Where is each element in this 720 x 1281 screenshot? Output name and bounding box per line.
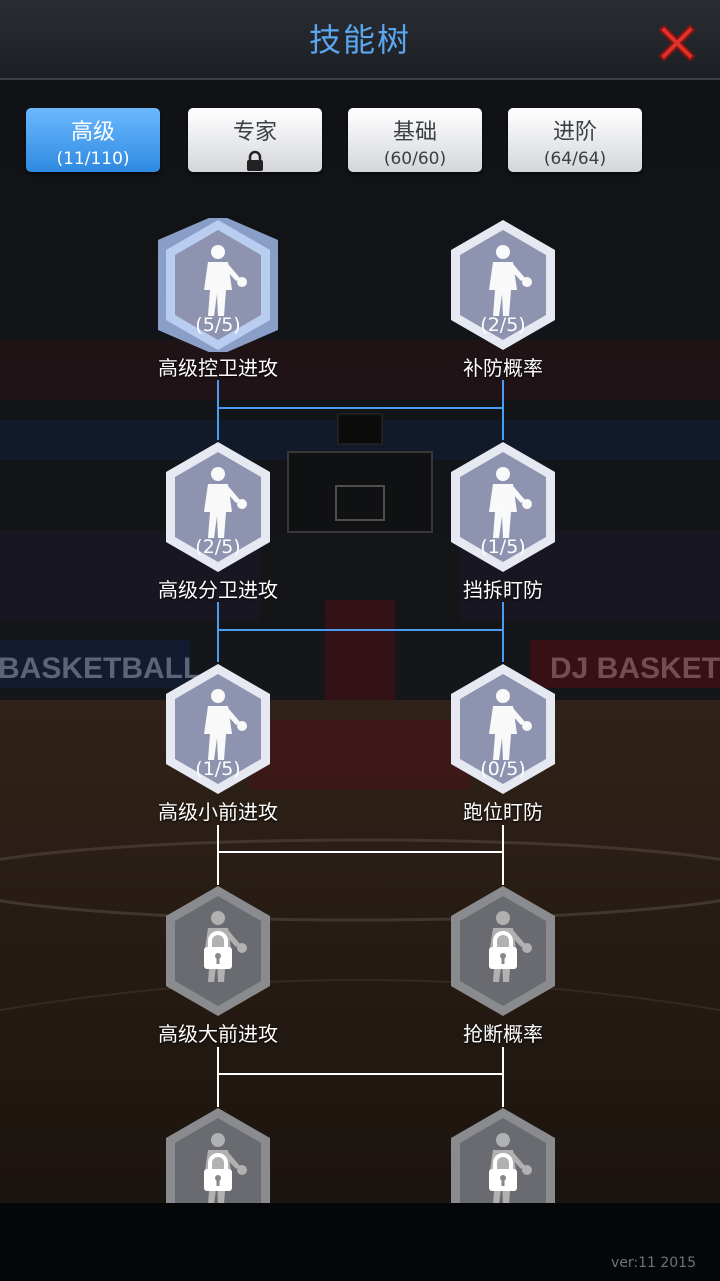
lock-icon	[247, 150, 263, 171]
skill-node-sf-offense[interactable]: (1/5) 高级小前进攻	[158, 662, 278, 824]
skill-level: (2/5)	[480, 314, 526, 336]
tab-expert[interactable]: 专家	[188, 108, 322, 172]
skill-node-pick-defense[interactable]: (1/5) 挡拆盯防	[443, 440, 563, 602]
skill-label: 高级分卫进攻	[158, 578, 278, 602]
tab-advanced-label: 高级	[70, 120, 115, 145]
skill-node-help-defense[interactable]: (2/5) 补防概率	[443, 218, 563, 380]
skill-label: 高级控卫进攻	[158, 356, 278, 380]
skill-level: (2/5)	[195, 536, 241, 558]
tab-basic-count: (60/60)	[383, 149, 447, 169]
steal-players-icon	[443, 884, 563, 1018]
tab-basic[interactable]: 基础 (60/60)	[348, 108, 482, 172]
skill-label: 补防概率	[463, 356, 543, 380]
post-player-icon	[158, 884, 278, 1018]
tab-advanced-count: (11/110)	[56, 149, 130, 169]
connector-row-2	[217, 602, 504, 662]
connector-row-3	[217, 825, 504, 885]
skill-level: (1/5)	[480, 536, 526, 558]
skill-level: (5/5)	[195, 314, 241, 336]
page-title: 技能树	[308, 21, 411, 59]
skill-node-steal[interactable]: 抢断概率	[443, 884, 563, 1046]
skill-label: 高级大前进攻	[158, 1022, 278, 1046]
skill-label: 跑位盯防	[463, 800, 543, 824]
tab-intermediate-count: (64/64)	[543, 149, 607, 169]
tab-intermediate-label: 进阶	[552, 120, 597, 145]
close-button[interactable]	[654, 20, 700, 66]
version-label: ver:11 2015	[610, 1255, 696, 1271]
close-x-icon	[658, 24, 696, 62]
skill-node-sg-offense[interactable]: (2/5) 高级分卫进攻	[158, 440, 278, 602]
skill-node-run-defense[interactable]: (0/5) 跑位盯防	[443, 662, 563, 824]
skill-label: 抢断概率	[463, 1022, 543, 1046]
tab-intermediate[interactable]: 进阶 (64/64)	[508, 108, 642, 172]
skill-level: (0/5)	[480, 758, 526, 780]
tab-expert-label: 专家	[232, 120, 277, 145]
skill-label: 挡拆盯防	[463, 578, 543, 602]
connector-row-4	[217, 1047, 504, 1107]
skill-node-pg-offense[interactable]: (5/5) 高级控卫进攻	[158, 218, 278, 380]
skill-tree-connectors	[217, 380, 504, 1107]
tab-advanced[interactable]: 高级 (11/110)	[26, 108, 160, 172]
connector-row-1	[217, 380, 504, 440]
skill-node-pf-offense[interactable]: 高级大前进攻	[158, 884, 278, 1046]
tab-basic-label: 基础	[392, 120, 437, 145]
skill-label: 高级小前进攻	[158, 800, 278, 824]
skill-level: (1/5)	[195, 758, 241, 780]
